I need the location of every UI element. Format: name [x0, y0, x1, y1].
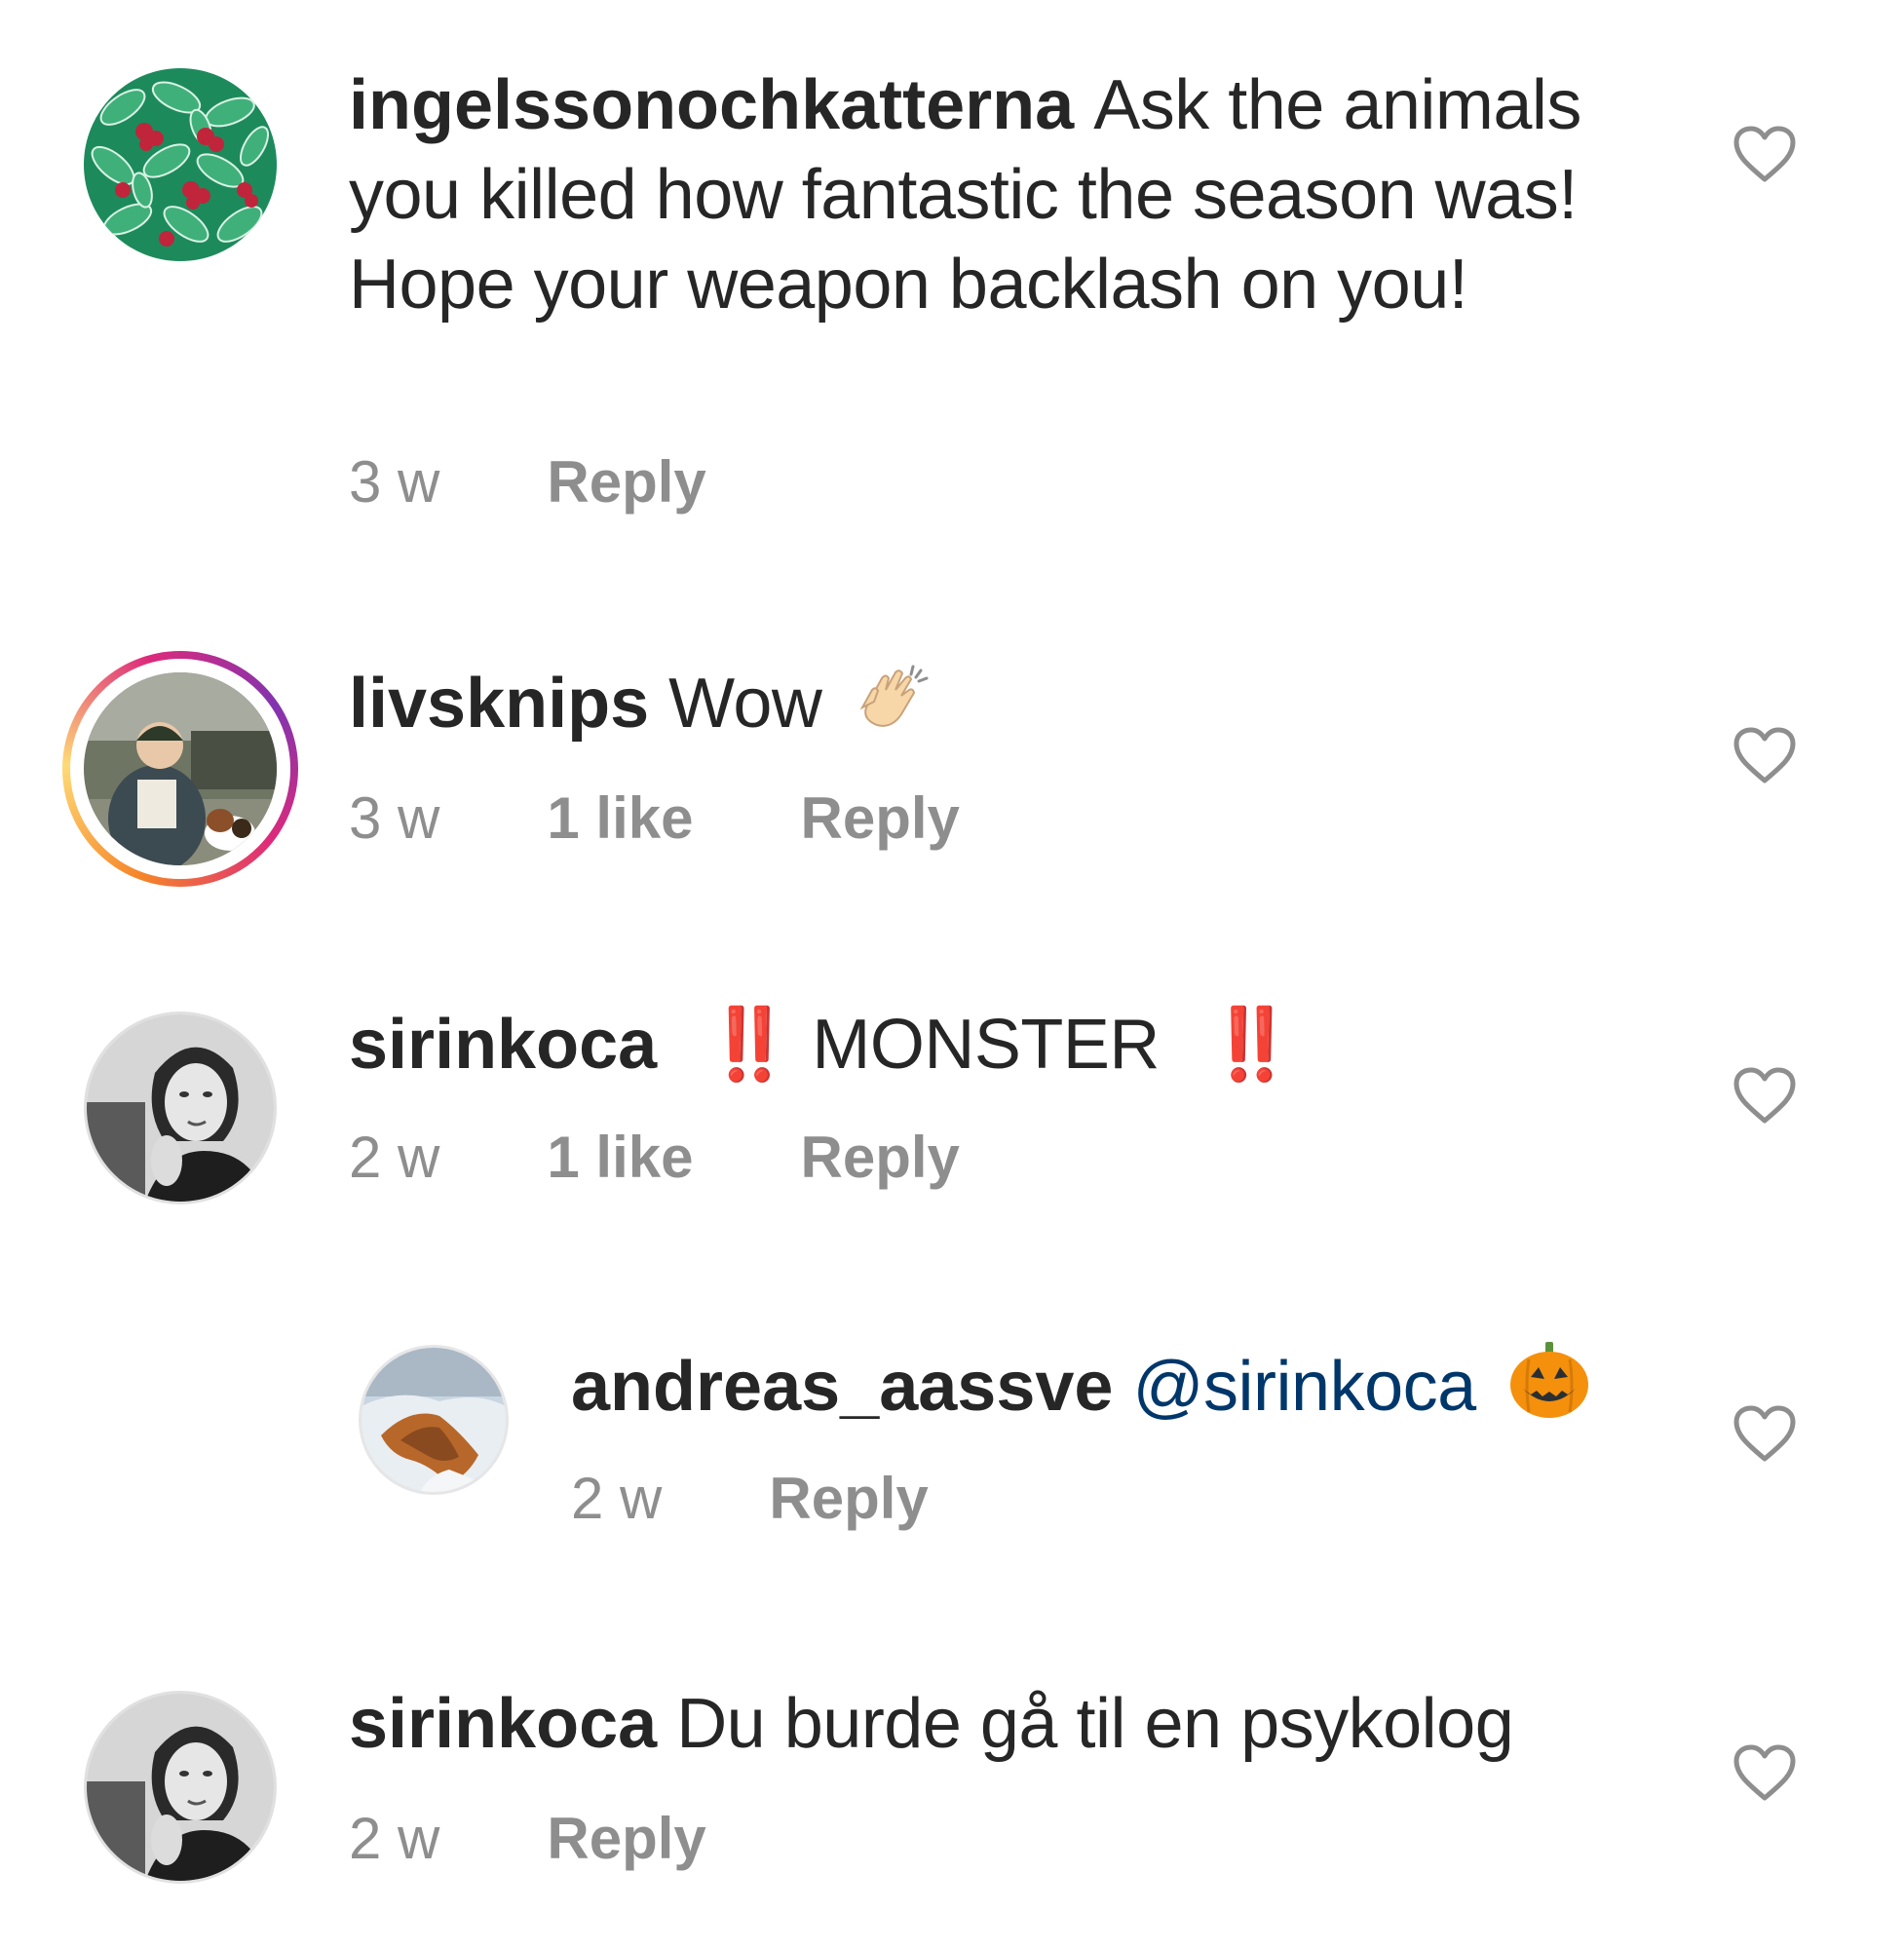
person-with-dog-avatar-icon [84, 672, 277, 865]
double-exclamation-icon: ‼️ [705, 1006, 793, 1084]
reply-button[interactable]: Reply [801, 1124, 960, 1192]
reply-button[interactable]: Reply [547, 1805, 705, 1873]
like-button[interactable] [1733, 726, 1797, 784]
comment-meta: 3 w Reply [349, 448, 706, 516]
comment-meta: 2 w 1 like Reply [349, 1124, 960, 1192]
berry-leaf-pattern-avatar-icon [84, 68, 277, 261]
likes-count[interactable]: 1 like [547, 784, 693, 853]
heart-outline-icon [1733, 1744, 1796, 1801]
heart-outline-icon [1733, 1067, 1796, 1124]
comment-username[interactable]: livsknips [349, 665, 649, 743]
avatar[interactable] [84, 68, 277, 261]
comment-text: Wow [668, 665, 822, 743]
reply-button[interactable]: Reply [769, 1465, 928, 1533]
reply-button[interactable]: Reply [801, 784, 960, 853]
comment-text: Du burde gå til en psykolog [676, 1685, 1514, 1763]
comment-body: ingelssonochkatterna Ask the animals you… [349, 60, 1645, 329]
comment-username[interactable]: sirinkoca [349, 1006, 657, 1084]
comment-time: 3 w [349, 449, 440, 515]
woman-portrait-avatar-icon [87, 1014, 274, 1202]
comment-body: andreas_aassve @sirinkoca [571, 1338, 1662, 1443]
comment-username[interactable]: sirinkoca [349, 1685, 657, 1763]
comment-time: 2 w [571, 1466, 663, 1531]
avatar[interactable] [84, 672, 277, 865]
comment-username[interactable]: ingelssonochkatterna [349, 66, 1074, 144]
mention-link[interactable]: @sirinkoca [1132, 1348, 1476, 1426]
likes-count[interactable]: 1 like [547, 1124, 693, 1192]
comment-text: MONSTER [812, 1006, 1160, 1084]
heart-outline-icon [1733, 727, 1796, 783]
comment-body: livsknips Wow [349, 659, 1645, 760]
comment-time: 3 w [349, 785, 440, 851]
comment-body: sirinkoca Du burde gå til en psykolog [349, 1679, 1645, 1769]
comment-time: 2 w [349, 1806, 440, 1871]
snowy-mountain-avatar-icon [362, 1348, 506, 1492]
comment-body: sirinkoca ‼️ MONSTER ‼️ [349, 1000, 1645, 1089]
jack-o-lantern-icon [1507, 1338, 1591, 1443]
double-exclamation-icon: ‼️ [1207, 1006, 1296, 1084]
comment-time: 2 w [349, 1125, 440, 1190]
like-button[interactable] [1733, 1404, 1797, 1463]
heart-outline-icon [1733, 126, 1796, 182]
like-button[interactable] [1733, 125, 1797, 183]
avatar[interactable] [84, 1691, 277, 1884]
clapping-hands-icon [853, 661, 931, 760]
like-button[interactable] [1733, 1066, 1797, 1125]
comment-meta: 2 w Reply [349, 1805, 706, 1873]
like-button[interactable] [1733, 1743, 1797, 1802]
woman-portrait-avatar-icon [87, 1694, 274, 1881]
comment-meta: 3 w 1 like Reply [349, 784, 960, 853]
avatar[interactable] [359, 1345, 509, 1495]
reply-button[interactable]: Reply [547, 448, 705, 516]
avatar[interactable] [84, 1012, 277, 1204]
comment-meta: 2 w Reply [571, 1465, 929, 1533]
heart-outline-icon [1733, 1405, 1796, 1462]
comment-username[interactable]: andreas_aassve [571, 1348, 1113, 1426]
